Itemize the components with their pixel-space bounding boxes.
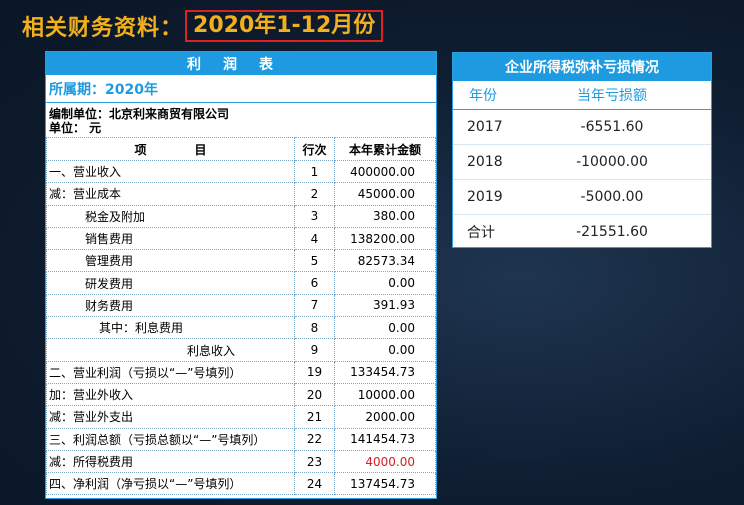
- table-row: 税金及附加 3 380.00: [46, 204, 436, 228]
- row-line: 1: [294, 159, 335, 184]
- row-item: 减：营业成本: [46, 182, 295, 206]
- period-label: 所属期：2020年: [46, 75, 436, 103]
- row-amount: 0.00: [334, 316, 436, 340]
- row-amount: 138200.00: [334, 226, 436, 251]
- row-item: 一、营业收入: [46, 159, 295, 184]
- row-amount: 2000.00: [334, 405, 436, 429]
- row-item: 税金及附加: [46, 204, 295, 228]
- row-item: 四、净利润（净亏损以“—”号填列）: [46, 472, 295, 496]
- row-year: 2017: [467, 119, 503, 135]
- row-loss: -21551.60: [576, 224, 648, 240]
- row-line: 9: [294, 338, 335, 362]
- row-line: 24: [294, 472, 335, 496]
- loss-carryforward-table: 企业所得税弥补亏损情况 年份 当年亏损额 2017 -6551.60 2018 …: [452, 52, 712, 248]
- table-row: 2017 -6551.60: [453, 110, 711, 145]
- table-row-total: 合计 -21551.60: [453, 215, 711, 249]
- loss-table-title: 企业所得税弥补亏损情况: [453, 53, 711, 81]
- col-loss: 当年亏损额: [577, 88, 647, 104]
- row-amount: 0.00: [334, 338, 436, 362]
- row-item: 加：营业外收入: [46, 382, 295, 407]
- table-row: 其中：利息费用 8 0.00: [46, 316, 436, 340]
- col-item: 项 目: [46, 137, 295, 161]
- table-row: 减：营业外支出 21 2000.00: [46, 405, 436, 429]
- row-amount: 45000.00: [334, 182, 436, 206]
- table-row: 财务费用 7 391.93: [46, 293, 436, 318]
- col-amount: 本年累计金额: [334, 137, 436, 161]
- row-item: 二、营业利润（亏损以“—”号填列）: [46, 360, 295, 384]
- table-row: 二、营业利润（亏损以“—”号填列） 19 133454.73: [46, 360, 436, 384]
- row-item: 利息收入: [46, 338, 295, 362]
- row-amount: 380.00: [334, 204, 436, 228]
- table-row: 减：营业成本 2 45000.00: [46, 182, 436, 206]
- table-row: 一、营业收入 1 400000.00: [46, 159, 436, 184]
- currency-unit: 单位： 元: [49, 121, 102, 135]
- income-statement-title: 利润表: [46, 52, 436, 75]
- row-line: 8: [294, 316, 335, 340]
- row-loss: -5000.00: [580, 189, 644, 205]
- row-amount: 133454.73: [334, 360, 436, 384]
- loss-table-header: 年份 当年亏损额: [453, 81, 711, 110]
- row-item: 财务费用: [46, 293, 295, 318]
- col-line: 行次: [294, 137, 335, 161]
- row-item: 销售费用: [46, 226, 295, 251]
- row-year: 2018: [467, 154, 503, 170]
- col-year: 年份: [469, 88, 497, 104]
- row-amount: 400000.00: [334, 159, 436, 184]
- table-row: 三、利润总额（亏损总额以“—”号填列） 22 141454.73: [46, 427, 436, 451]
- row-amount: 82573.34: [334, 249, 436, 273]
- income-grid: 项 目 行次 本年累计金额 一、营业收入 1 400000.00 减：营业成本 2 45…: [46, 137, 436, 496]
- row-line: 22: [294, 427, 335, 451]
- grid-header-row: 项 目 行次 本年累计金额: [46, 137, 436, 161]
- row-year: 2019: [467, 189, 503, 205]
- table-row: 加：营业外收入 20 10000.00: [46, 382, 436, 407]
- row-loss: -6551.60: [580, 119, 644, 135]
- row-line: 20: [294, 382, 335, 407]
- row-loss: -10000.00: [576, 154, 648, 170]
- row-line: 4: [294, 226, 335, 251]
- row-amount-highlight: 4000.00: [334, 449, 436, 474]
- compiling-unit: 编制单位：北京利来商贸有限公司: [49, 107, 230, 121]
- row-item: 研发费用: [46, 271, 295, 295]
- row-amount: 10000.00: [334, 382, 436, 407]
- row-item: 三、利润总额（亏损总额以“—”号填列）: [46, 427, 295, 451]
- row-line: 2: [294, 182, 335, 206]
- row-item: 管理费用: [46, 249, 295, 273]
- header-label: 相关财务资料：: [22, 16, 184, 41]
- row-line: 6: [294, 271, 335, 295]
- row-amount: 141454.73: [334, 427, 436, 451]
- row-year: 合计: [467, 225, 495, 241]
- row-line: 3: [294, 204, 335, 228]
- table-row: 管理费用 5 82573.34: [46, 249, 436, 273]
- table-row: 减：所得税费用 23 4000.00: [46, 449, 436, 474]
- page-header: 相关财务资料： 2020年1-12月份: [22, 10, 384, 42]
- row-line: 19: [294, 360, 335, 384]
- table-row: 2019 -5000.00: [453, 180, 711, 215]
- table-row: 利息收入 9 0.00: [46, 338, 436, 362]
- row-line: 5: [294, 249, 335, 273]
- table-row: 销售费用 4 138200.00: [46, 226, 436, 251]
- row-item: 其中：利息费用: [46, 316, 295, 340]
- row-item: 减：所得税费用: [46, 449, 295, 474]
- income-statement-table: 利润表 所属期：2020年 编制单位：北京利来商贸有限公司 单位： 元 项 目 …: [45, 51, 437, 499]
- table-row: 研发费用 6 0.00: [46, 271, 436, 295]
- row-line: 7: [294, 293, 335, 318]
- row-amount: 0.00: [334, 271, 436, 295]
- row-amount: 137454.73: [334, 472, 436, 496]
- row-line: 23: [294, 449, 335, 474]
- row-item: 减：营业外支出: [46, 405, 295, 429]
- header-period: 2020年1-12月份: [185, 10, 384, 42]
- row-line: 21: [294, 405, 335, 429]
- table-row: 2018 -10000.00: [453, 145, 711, 180]
- row-amount: 391.93: [334, 293, 436, 318]
- table-row: 四、净利润（净亏损以“—”号填列） 24 137454.73: [46, 472, 436, 496]
